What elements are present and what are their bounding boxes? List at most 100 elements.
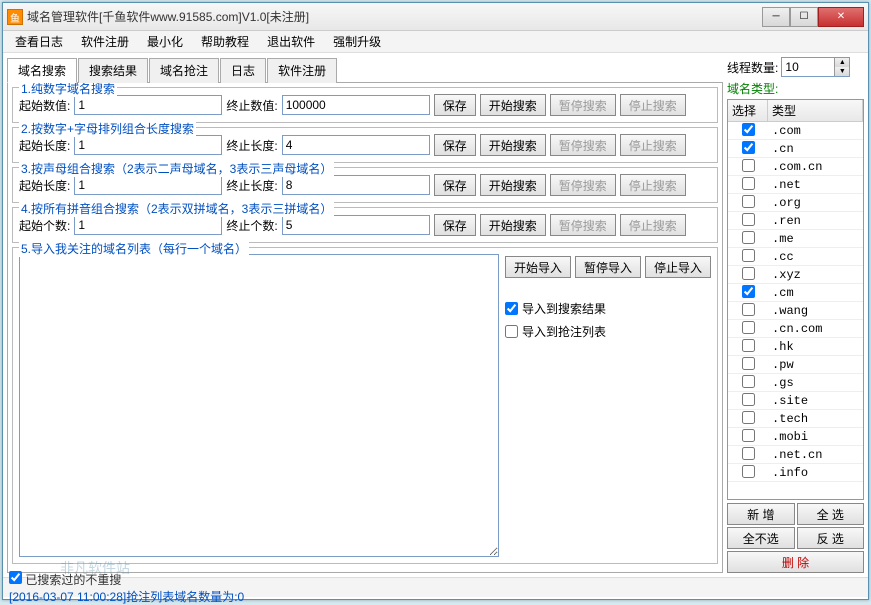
import-pause-button[interactable]: 暂停导入 <box>575 256 641 278</box>
maximize-button[interactable]: ☐ <box>790 7 818 27</box>
import-to-grab-checkbox[interactable] <box>505 325 518 338</box>
type-row[interactable]: .cc <box>728 248 863 266</box>
type-row[interactable]: .cn <box>728 140 863 158</box>
type-checkbox[interactable] <box>742 429 755 442</box>
type-checkbox[interactable] <box>742 177 755 190</box>
type-row[interactable]: .cn.com <box>728 320 863 338</box>
s4-save-button[interactable]: 保存 <box>434 214 476 236</box>
import-stop-button[interactable]: 停止导入 <box>645 256 711 278</box>
type-row[interactable]: .site <box>728 392 863 410</box>
s1-stop-button[interactable]: 停止搜索 <box>620 94 686 116</box>
menu-upgrade[interactable]: 强制升级 <box>325 31 389 52</box>
s2-from-input[interactable] <box>74 135 222 155</box>
s2-to-input[interactable] <box>282 135 430 155</box>
type-row[interactable]: .pw <box>728 356 863 374</box>
type-row[interactable]: .cm <box>728 284 863 302</box>
s3-to-input[interactable] <box>282 175 430 195</box>
s1-from-input[interactable] <box>74 95 222 115</box>
s2-pause-button[interactable]: 暂停搜索 <box>550 134 616 156</box>
type-row[interactable]: .mobi <box>728 428 863 446</box>
tab-log[interactable]: 日志 <box>220 58 266 83</box>
type-row[interactable]: .ren <box>728 212 863 230</box>
type-checkbox[interactable] <box>742 267 755 280</box>
thread-spinbox[interactable]: ▲ ▼ <box>781 57 850 77</box>
type-checkbox[interactable] <box>742 231 755 244</box>
type-row[interactable]: .hk <box>728 338 863 356</box>
type-add-button[interactable]: 新 增 <box>727 503 794 525</box>
type-checkbox[interactable] <box>742 213 755 226</box>
type-checkbox[interactable] <box>742 159 755 172</box>
type-checkbox[interactable] <box>742 447 755 460</box>
type-row[interactable]: .tech <box>728 410 863 428</box>
no-repeat-checkbox[interactable] <box>9 571 22 584</box>
s3-from-input[interactable] <box>74 175 222 195</box>
type-row[interactable]: .gs <box>728 374 863 392</box>
tab-results[interactable]: 搜索结果 <box>78 58 148 83</box>
type-row[interactable]: .net <box>728 176 863 194</box>
type-checkbox[interactable] <box>742 357 755 370</box>
s3-pause-button[interactable]: 暂停搜索 <box>550 174 616 196</box>
tab-search[interactable]: 域名搜索 <box>7 58 77 83</box>
type-checkbox[interactable] <box>742 195 755 208</box>
menu-register[interactable]: 软件注册 <box>73 31 137 52</box>
type-row[interactable]: .net.cn <box>728 446 863 464</box>
type-row[interactable]: .org <box>728 194 863 212</box>
import-textarea[interactable] <box>19 254 499 557</box>
type-selall-button[interactable]: 全 选 <box>797 503 864 525</box>
type-checkbox[interactable] <box>742 285 755 298</box>
type-row[interactable]: .com.cn <box>728 158 863 176</box>
type-name: .cn.com <box>768 322 863 336</box>
tab-grab[interactable]: 域名抢注 <box>149 58 219 83</box>
s4-from-label: 起始个数: <box>19 217 70 234</box>
type-row[interactable]: .me <box>728 230 863 248</box>
thread-up-icon[interactable]: ▲ <box>835 58 849 67</box>
menu-log[interactable]: 查看日志 <box>7 31 71 52</box>
s4-start-button[interactable]: 开始搜索 <box>480 214 546 236</box>
type-name: .hk <box>768 340 863 354</box>
type-checkbox[interactable] <box>742 123 755 136</box>
type-table[interactable]: 选择 类型 .com.cn.com.cn.net.org.ren.me.cc.x… <box>727 99 864 500</box>
close-button[interactable]: ✕ <box>818 7 864 27</box>
type-header-type: 类型 <box>768 100 863 121</box>
menu-help[interactable]: 帮助教程 <box>193 31 257 52</box>
type-checkbox[interactable] <box>742 141 755 154</box>
s2-save-button[interactable]: 保存 <box>434 134 476 156</box>
tab-register[interactable]: 软件注册 <box>267 58 337 83</box>
s4-pause-button[interactable]: 暂停搜索 <box>550 214 616 236</box>
s4-stop-button[interactable]: 停止搜索 <box>620 214 686 236</box>
thread-input[interactable] <box>782 58 834 76</box>
type-checkbox[interactable] <box>742 339 755 352</box>
import-to-results-checkbox[interactable] <box>505 302 518 315</box>
s3-stop-button[interactable]: 停止搜索 <box>620 174 686 196</box>
menu-exit[interactable]: 退出软件 <box>259 31 323 52</box>
minimize-button[interactable]: ─ <box>762 7 790 27</box>
s1-to-label: 终止数值: <box>226 97 277 114</box>
type-invert-button[interactable]: 反 选 <box>797 527 864 549</box>
type-row[interactable]: .wang <box>728 302 863 320</box>
type-selnone-button[interactable]: 全不选 <box>727 527 794 549</box>
s1-save-button[interactable]: 保存 <box>434 94 476 116</box>
s2-start-button[interactable]: 开始搜索 <box>480 134 546 156</box>
thread-down-icon[interactable]: ▼ <box>835 67 849 76</box>
type-row[interactable]: .info <box>728 464 863 482</box>
type-checkbox[interactable] <box>742 303 755 316</box>
type-checkbox[interactable] <box>742 465 755 478</box>
type-checkbox[interactable] <box>742 393 755 406</box>
type-checkbox[interactable] <box>742 411 755 424</box>
menu-minimize[interactable]: 最小化 <box>139 31 191 52</box>
type-checkbox[interactable] <box>742 375 755 388</box>
s1-start-button[interactable]: 开始搜索 <box>480 94 546 116</box>
import-start-button[interactable]: 开始导入 <box>505 256 571 278</box>
s4-to-input[interactable] <box>282 215 430 235</box>
type-row[interactable]: .com <box>728 122 863 140</box>
type-name: .tech <box>768 412 863 426</box>
type-checkbox[interactable] <box>742 249 755 262</box>
s2-stop-button[interactable]: 停止搜索 <box>620 134 686 156</box>
s3-save-button[interactable]: 保存 <box>434 174 476 196</box>
s4-from-input[interactable] <box>74 215 222 235</box>
type-checkbox[interactable] <box>742 321 755 334</box>
type-row[interactable]: .xyz <box>728 266 863 284</box>
s1-to-input[interactable] <box>282 95 430 115</box>
s3-start-button[interactable]: 开始搜索 <box>480 174 546 196</box>
s1-pause-button[interactable]: 暂停搜索 <box>550 94 616 116</box>
